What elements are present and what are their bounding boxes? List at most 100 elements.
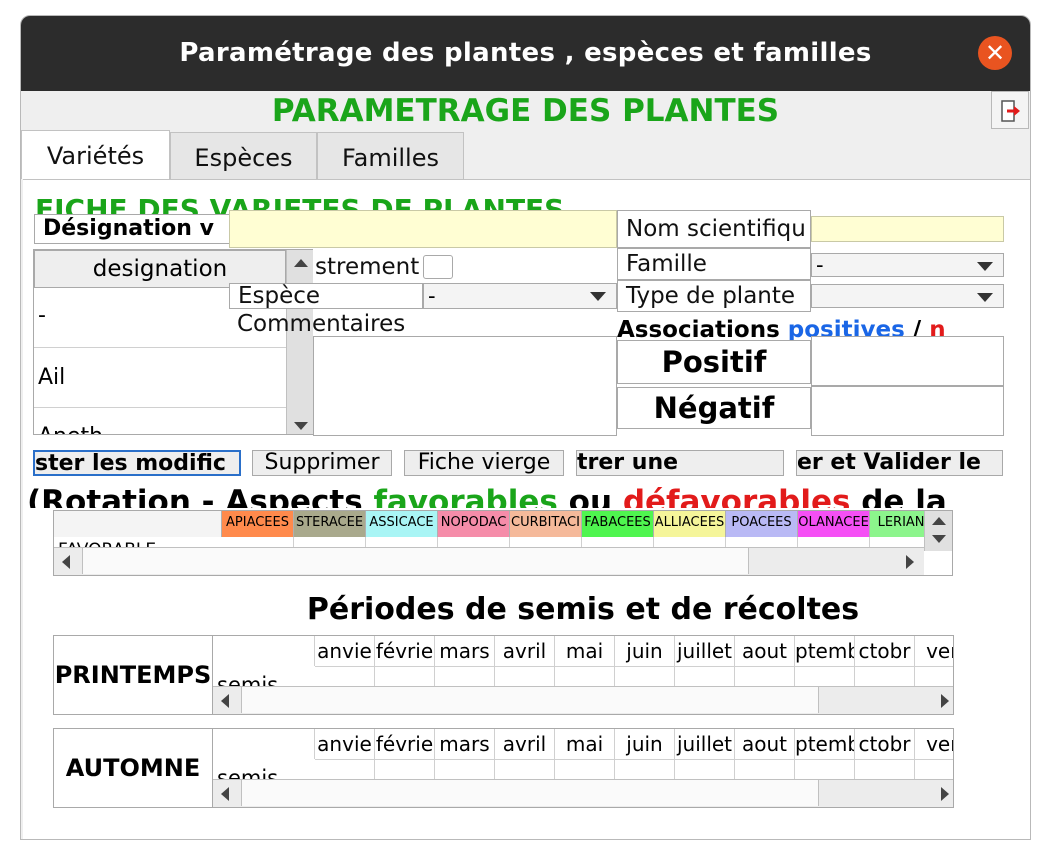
family-cell[interactable] (510, 537, 582, 547)
month-cell[interactable] (555, 759, 615, 779)
month-cell[interactable] (435, 759, 495, 779)
family-header-cell: ASSICACE (366, 511, 438, 537)
scroll-right-icon[interactable] (906, 555, 914, 569)
variety-list[interactable]: designation - Ail Aneth (33, 249, 313, 435)
rotation-ou: ou (557, 484, 623, 508)
month-cell[interactable] (735, 759, 795, 779)
designation-label: Désignation v (34, 214, 230, 244)
list-item[interactable]: Ail (34, 348, 286, 408)
scroll-right-icon[interactable] (941, 787, 949, 801)
month-cell[interactable] (435, 666, 495, 686)
month-header: juillet (675, 729, 735, 759)
periodes-title: Périodes de semis et de récoltes (306, 592, 860, 627)
associations-label: Associations (617, 317, 780, 340)
automne-month-row: anvie févrie mars avril mai juin juillet aout pt… (213, 729, 953, 779)
famille-label: Famille (617, 248, 811, 280)
close-button[interactable]: ✕ (978, 36, 1012, 70)
positif-field[interactable] (811, 336, 1004, 386)
printemps-label: PRINTEMPS (53, 635, 213, 715)
month-cell[interactable] (315, 666, 375, 686)
month-cell[interactable] (615, 666, 675, 686)
family-cell[interactable] (798, 537, 870, 547)
scroll-left-icon[interactable] (62, 555, 70, 569)
month-header: anvie (315, 636, 375, 666)
type-plante-select[interactable] (811, 284, 1004, 308)
month-cell[interactable] (615, 759, 675, 779)
scroll-thumb[interactable] (82, 548, 749, 574)
family-cell[interactable] (438, 537, 510, 547)
scroll-left-icon[interactable] (221, 694, 229, 708)
month-header: juin (615, 729, 675, 759)
month-cell[interactable] (375, 759, 435, 779)
family-cell[interactable] (294, 537, 366, 547)
valider-button[interactable]: er et Valider le (796, 450, 1003, 476)
scroll-thumb[interactable] (241, 687, 819, 713)
month-cell[interactable] (675, 759, 735, 779)
month-cell[interactable] (555, 666, 615, 686)
month-cell[interactable] (855, 666, 915, 686)
commentaires-textarea[interactable] (313, 336, 617, 436)
month-header: ctobr (855, 636, 915, 666)
family-cell[interactable] (654, 537, 726, 547)
tab-varietes[interactable]: Variétés (21, 130, 170, 179)
list-item[interactable]: Aneth (34, 408, 286, 434)
family-header-cell: APIACEES (222, 511, 294, 537)
month-header: aout (735, 729, 795, 759)
month-cell[interactable] (495, 666, 555, 686)
scroll-up-icon[interactable] (294, 259, 308, 267)
automne-table[interactable]: anvie févrie mars avril mai juin juillet aout pt… (212, 728, 954, 808)
negatif-field[interactable] (811, 386, 1004, 436)
printemps-semis-label: semis (217, 673, 279, 686)
list-scrollbar[interactable] (286, 250, 313, 434)
month-cell[interactable] (855, 759, 915, 779)
window-title: Paramétrage des plantes , espèces et fam… (179, 38, 872, 68)
family-cell[interactable] (222, 537, 294, 547)
rotation-hscrollbar[interactable] (54, 547, 924, 575)
month-header: avril (495, 729, 555, 759)
month-cell[interactable] (675, 666, 735, 686)
month-cell[interactable] (795, 759, 855, 779)
family-header-cell: POACEES (726, 511, 798, 537)
supprimer-button[interactable]: Supprimer (252, 450, 392, 476)
nom-scientifique-input[interactable] (811, 216, 1004, 242)
scroll-down-icon[interactable] (294, 422, 308, 430)
month-cell[interactable] (315, 759, 375, 779)
rotation-suffix: de la (850, 484, 947, 508)
family-cell[interactable] (582, 537, 654, 547)
family-header-cell: FABACEES (582, 511, 654, 537)
scroll-right-icon[interactable] (941, 694, 949, 708)
tab-panel: FICHE DES VARIETES DE PLANTES Désignatio… (23, 179, 1030, 839)
month-cell[interactable] (735, 666, 795, 686)
month-cell[interactable] (915, 759, 953, 779)
month-header: juin (615, 636, 675, 666)
scroll-left-icon[interactable] (221, 787, 229, 801)
printemps-hscrollbar[interactable] (213, 686, 953, 714)
scroll-up-icon[interactable] (932, 517, 946, 525)
ajuster-modif-button[interactable]: ster les modific (33, 450, 241, 476)
page-title: PARAMETRAGE DES PLANTES (271, 93, 780, 129)
rotation-vscrollbar[interactable] (924, 511, 952, 551)
enregistrer-button[interactable]: trer une (576, 450, 784, 476)
scroll-thumb[interactable] (241, 780, 819, 806)
tab-familles[interactable]: Familles (317, 132, 464, 180)
tab-especes[interactable]: Espèces (170, 132, 317, 180)
designation-input[interactable] (229, 210, 617, 248)
month-cell[interactable] (795, 666, 855, 686)
family-cell[interactable] (366, 537, 438, 547)
scroll-down-icon[interactable] (932, 535, 946, 543)
automne-hscrollbar[interactable] (213, 779, 953, 807)
rotation-table[interactable]: APIACEES STERACEE ASSICACE NOPODAC CURBITACI… (53, 510, 953, 576)
espece-select[interactable]: - (423, 283, 617, 309)
printemps-table[interactable]: anvie févrie mars avril mai juin juillet aout pt… (212, 635, 954, 715)
enregistrement-checkbox[interactable] (423, 255, 453, 279)
month-cell[interactable] (915, 666, 953, 686)
month-cell[interactable] (375, 666, 435, 686)
family-cell[interactable] (726, 537, 798, 547)
famille-select[interactable]: - (811, 253, 1004, 277)
rotation-row-label: FAVORABLE (58, 537, 222, 547)
automne-semis-label: semis (217, 766, 279, 779)
month-cell[interactable] (495, 759, 555, 779)
exit-button[interactable] (991, 91, 1029, 129)
rotation-heading: (Rotation - Aspects favorables ou défavo… (27, 482, 987, 508)
fiche-vierge-button[interactable]: Fiche vierge (404, 450, 564, 476)
